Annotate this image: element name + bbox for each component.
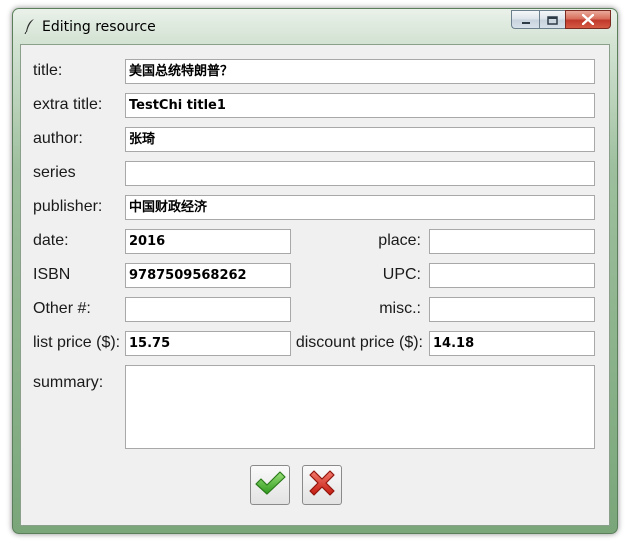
publisher-label: publisher: [33,198,103,215]
misc-label: misc.: [379,300,421,317]
author-input[interactable]: 张琦 [125,127,595,152]
maximize-icon [547,10,558,29]
quill-icon [23,18,37,35]
author-label: author: [33,130,83,147]
discount-price-input[interactable]: 14.18 [429,331,595,356]
date-label: date: [33,232,69,249]
place-input[interactable] [429,229,595,254]
ok-button[interactable] [250,465,290,505]
other-number-input[interactable] [125,297,291,322]
series-input[interactable] [125,161,595,186]
checkmark-icon [254,469,286,501]
minimize-icon [521,10,531,29]
place-label: place: [378,232,421,249]
minimize-button[interactable] [511,10,539,29]
close-button[interactable] [565,10,611,29]
red-x-icon [307,468,337,502]
extra-title-input[interactable]: TestChi title1 [125,93,595,118]
list-price-label: list price ($): [33,334,121,351]
isbn-input[interactable]: 9787509568262 [125,263,291,288]
form-panel: title: 美国总统特朗普？ extra title: TestChi tit… [20,44,610,526]
title-bar[interactable]: Editing resource [13,9,617,41]
extra-title-label: extra title: [33,96,103,113]
summary-label: summary: [33,374,104,391]
editing-resource-window: Editing resource title: 美国总统特朗普？ extra t… [12,8,618,534]
title-label: title: [33,62,63,79]
isbn-label: ISBN [33,266,71,283]
title-input[interactable]: 美国总统特朗普？ [125,59,595,84]
window-title: Editing resource [42,19,156,35]
upc-label: UPC: [382,266,421,283]
close-icon [581,10,595,29]
series-label: series [33,164,76,181]
misc-input[interactable] [429,297,595,322]
summary-textarea[interactable] [125,365,595,449]
list-price-input[interactable]: 15.75 [125,331,291,356]
caption-buttons [511,10,611,30]
date-input[interactable]: 2016 [125,229,291,254]
cancel-button[interactable] [302,465,342,505]
publisher-input[interactable]: 中国财政经济 [125,195,595,220]
maximize-button[interactable] [539,10,565,29]
upc-input[interactable] [429,263,595,288]
other-number-label: Other #: [33,300,91,317]
discount-price-label: discount price ($): [295,334,423,351]
